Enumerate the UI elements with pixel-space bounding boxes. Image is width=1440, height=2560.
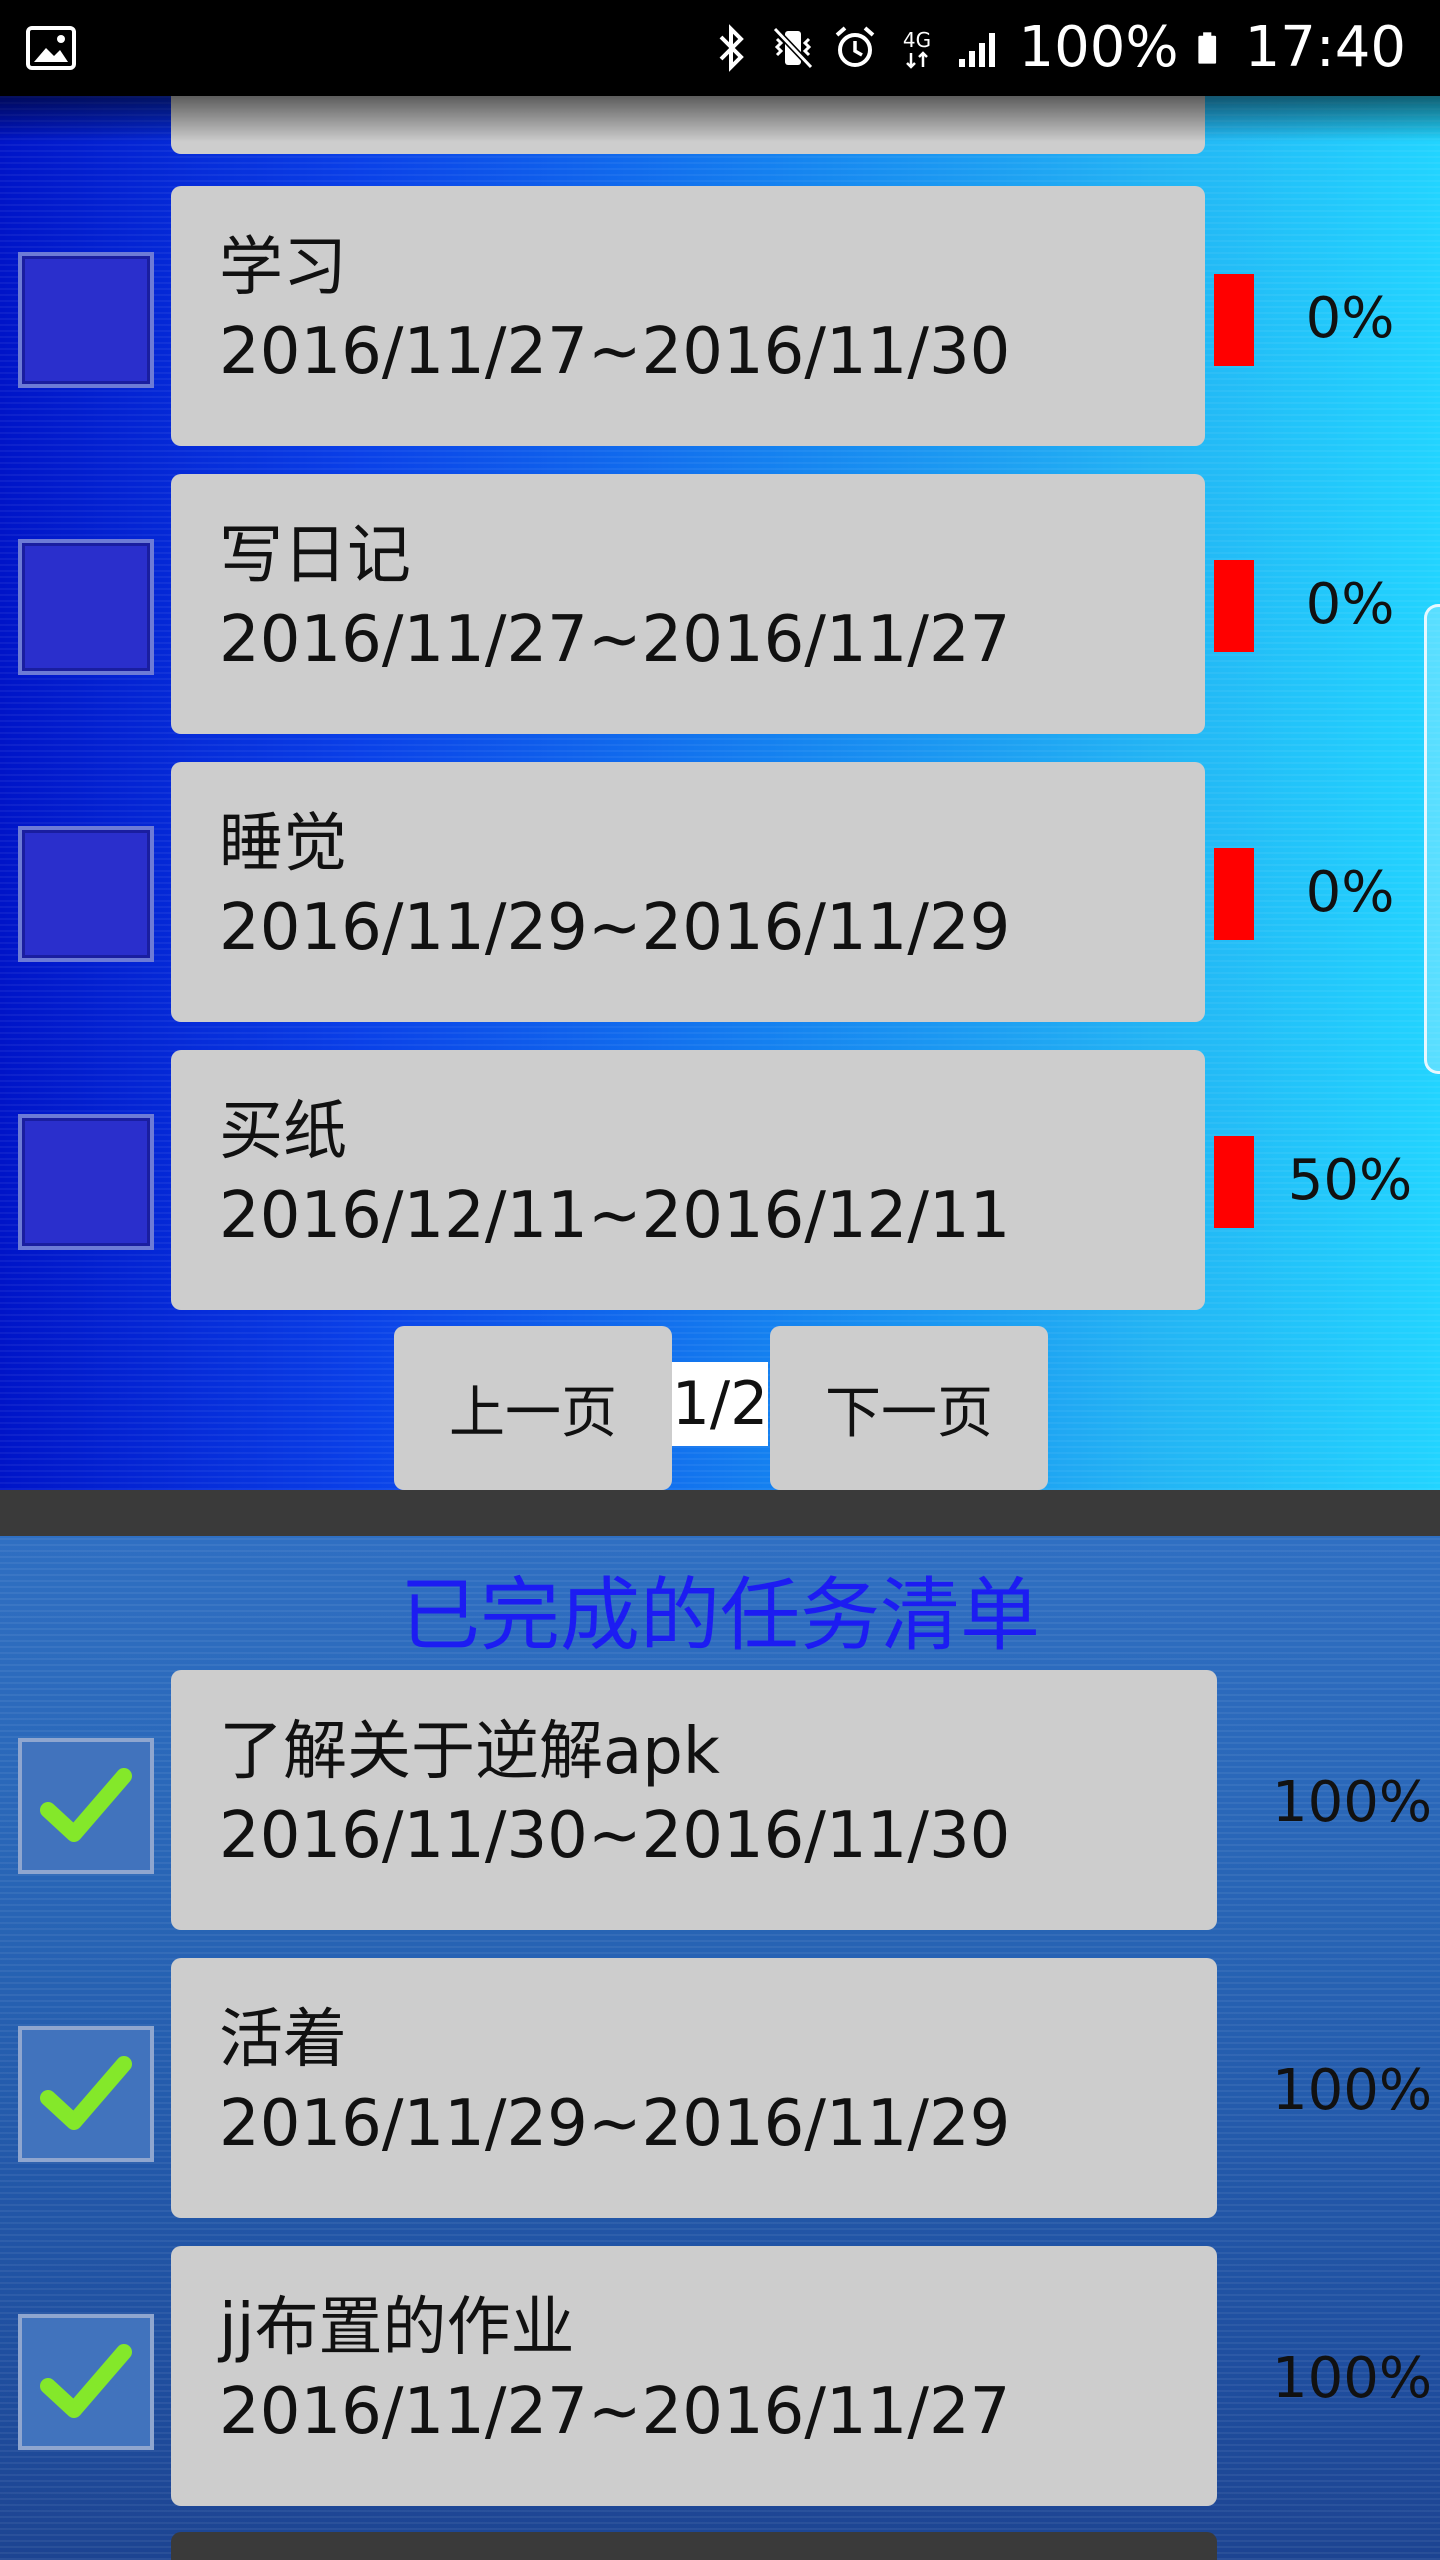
checkmark-icon (40, 2056, 132, 2130)
status-bar: 4G 100% 17:40 (0, 0, 1440, 96)
completed-checkbox[interactable] (18, 2026, 154, 2162)
bluetooth-icon (719, 24, 744, 72)
vibrate-icon (772, 26, 813, 70)
signal-icon (958, 33, 995, 67)
page-indicator: 1/2 (672, 1362, 768, 1446)
battery-icon (1197, 32, 1216, 64)
completed-task-card[interactable]: 活着 2016/11/29~2016/11/29 (171, 1958, 1217, 2218)
progress-percent: 100% (1271, 2346, 1433, 2411)
prev-page-button[interactable]: 上一页 (394, 1326, 672, 1490)
task-dates: 2016/11/27~2016/11/30 (219, 315, 1011, 389)
task-card[interactable]: 学习 2016/11/27~2016/11/30 (171, 186, 1205, 446)
task-checkbox[interactable] (18, 826, 154, 962)
task-dates: 2016/11/29~2016/11/29 (219, 891, 1011, 965)
network-label: 4G (902, 28, 930, 52)
progress-bar (1214, 274, 1254, 366)
image-icon (26, 26, 76, 70)
task-title: 了解关于逆解apk (219, 1715, 720, 1789)
task-dates: 2016/12/11~2016/12/11 (219, 1179, 1011, 1253)
progress-percent: 50% (1287, 1148, 1413, 1213)
task-title: 学习 (219, 231, 347, 305)
battery-percent: 100% (1018, 15, 1179, 80)
task-checkbox[interactable] (18, 539, 154, 675)
completed-task-list[interactable]: 已完成的任务清单 了解关于逆解apk 2016/11/30~2016/11/30… (0, 1536, 1440, 2560)
status-icons: 4G 100% 17:40 (709, 0, 1406, 96)
completed-heading: 已完成的任务清单 (400, 1569, 1040, 1662)
clock: 17:40 (1244, 15, 1406, 80)
screen: 4G 100% 17:40 学习 2016/11/27~2016/11/30 0… (0, 0, 1440, 2560)
completed-checkbox[interactable] (18, 1738, 154, 1874)
completed-task-card-partial[interactable] (171, 2532, 1217, 2560)
progress-bar (1214, 1136, 1254, 1228)
progress-percent: 0% (1305, 572, 1395, 637)
completed-checkbox[interactable] (18, 2314, 154, 2450)
completed-task-card[interactable]: 了解关于逆解apk 2016/11/30~2016/11/30 (171, 1670, 1217, 1930)
progress-percent: 100% (1271, 1770, 1433, 1835)
task-title: jj布置的作业 (219, 2291, 575, 2365)
task-title: 写日记 (219, 519, 411, 593)
task-title: 睡觉 (219, 807, 347, 881)
checkmark-icon (40, 2344, 132, 2418)
task-dates: 2016/11/27~2016/11/27 (219, 2375, 1011, 2449)
4g-icon: 4G (902, 28, 931, 69)
alarm-icon (835, 26, 874, 67)
task-title: 买纸 (219, 1095, 347, 1169)
task-checkbox[interactable] (18, 1114, 154, 1250)
task-card-partial[interactable] (171, 96, 1205, 154)
checkmark-icon (40, 1768, 132, 1842)
task-card[interactable]: 写日记 2016/11/27~2016/11/27 (171, 474, 1205, 734)
progress-bar (1214, 560, 1254, 652)
task-card[interactable]: 睡觉 2016/11/29~2016/11/29 (171, 762, 1205, 1022)
next-page-button[interactable]: 下一页 (770, 1326, 1048, 1490)
progress-bar (1214, 848, 1254, 940)
progress-percent: 100% (1271, 2058, 1433, 2123)
progress-percent: 0% (1305, 286, 1395, 351)
pending-task-list[interactable]: 学习 2016/11/27~2016/11/30 0% 写日记 2016/11/… (0, 96, 1440, 1490)
task-card[interactable]: 买纸 2016/12/11~2016/12/11 (171, 1050, 1205, 1310)
edge-panel-handle[interactable] (1424, 604, 1440, 1074)
task-dates: 2016/11/30~2016/11/30 (219, 1799, 1011, 1873)
task-dates: 2016/11/29~2016/11/29 (219, 2087, 1011, 2161)
completed-task-card[interactable]: jj布置的作业 2016/11/27~2016/11/27 (171, 2246, 1217, 2506)
task-dates: 2016/11/27~2016/11/27 (219, 603, 1011, 677)
task-title: 活着 (219, 2003, 347, 2077)
section-divider (0, 1490, 1440, 1536)
progress-percent: 0% (1305, 860, 1395, 925)
task-checkbox[interactable] (18, 252, 154, 388)
